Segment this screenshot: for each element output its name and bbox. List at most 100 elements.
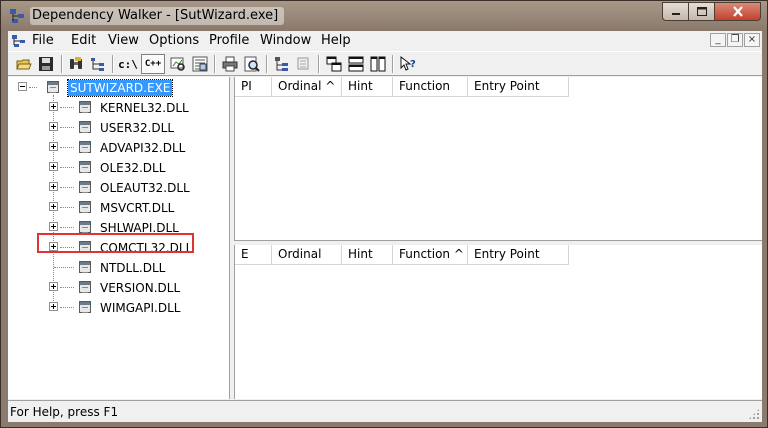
tree-item[interactable]: NTDLL.DLL: [100, 260, 165, 276]
tree-expand-toggle[interactable]: [49, 142, 58, 151]
save-button[interactable]: [36, 54, 56, 74]
tree-item[interactable]: WIMGAPI.DLL: [100, 300, 180, 316]
document-icon[interactable]: [11, 33, 27, 49]
tree-expand-toggle[interactable]: [49, 222, 58, 231]
menu-window[interactable]: Window: [260, 33, 311, 48]
col-ordinal[interactable]: Ordinal ^: [272, 77, 342, 97]
view-module-button[interactable]: [242, 54, 262, 74]
help-pointer-icon: ?: [400, 56, 416, 71]
mdi-restore-button[interactable]: ❐: [727, 33, 743, 47]
collapse-button[interactable]: [272, 54, 292, 74]
menu-edit[interactable]: Edit: [71, 33, 96, 48]
toolbar: c:\ C++ ?: [8, 51, 762, 76]
tree-item[interactable]: OLEAUT32.DLL: [100, 180, 190, 196]
minimize-icon: [671, 12, 680, 15]
module-icon: [79, 281, 91, 293]
list-collapse-icon: [275, 57, 288, 71]
module-icon: [79, 141, 91, 153]
imports-list-header: PI Ordinal ^ Hint Function Entry Point: [235, 77, 762, 97]
full-paths-button[interactable]: [88, 54, 108, 74]
tile-vertical-button[interactable]: [368, 54, 388, 74]
magnifier-page-icon: [244, 56, 260, 72]
tree-icon: [91, 58, 104, 71]
list-expand-icon: [297, 57, 309, 70]
menu-bar: File Edit View Options Profile Window He…: [8, 31, 762, 51]
print-button[interactable]: [220, 54, 240, 74]
menu-file[interactable]: File: [32, 33, 54, 48]
status-text: For Help, press F1: [10, 405, 119, 419]
col-entry-point[interactable]: Entry Point: [468, 245, 569, 265]
module-icon: [47, 81, 59, 93]
module-icon: [79, 301, 91, 313]
tree-expand-toggle[interactable]: [49, 122, 58, 131]
title-bar[interactable]: Dependency Walker - [SutWizard.exe]: [1, 1, 767, 31]
undecorate-cpp-button[interactable]: C++: [141, 54, 165, 74]
tree-item[interactable]: MSVCRT.DLL: [100, 200, 174, 216]
col-entry-point[interactable]: Entry Point: [468, 77, 569, 97]
show-matching-button[interactable]: [168, 54, 188, 74]
tree-item[interactable]: KERNEL32.DLL: [100, 100, 189, 116]
tree-item[interactable]: ADVAPI32.DLL: [100, 140, 185, 156]
module-tree-pane[interactable]: SUTWIZARD.EXE KERNEL32.DLL USER32.DLL ADVA…: [8, 77, 230, 399]
window-title: Dependency Walker - [SutWizard.exe]: [30, 7, 285, 25]
col-function[interactable]: Function: [393, 77, 468, 97]
tile-horizontal-button[interactable]: [346, 54, 366, 74]
tree-expand-toggle[interactable]: [49, 102, 58, 111]
module-icon: [79, 181, 91, 193]
tree-expand-toggle[interactable]: [49, 282, 58, 291]
tree-expand-toggle[interactable]: [49, 162, 58, 171]
root-collapse-toggle[interactable]: [18, 82, 27, 91]
tree-expand-toggle[interactable]: [49, 182, 58, 191]
dependency-walker-icon[interactable]: [9, 8, 25, 24]
expand-button[interactable]: [294, 54, 314, 74]
path-button[interactable]: c:\: [118, 54, 138, 74]
save-icon: [39, 57, 53, 71]
app-window: Dependency Walker - [SutWizard.exe] File…: [0, 0, 768, 428]
close-button[interactable]: [715, 2, 761, 21]
imports-list-pane[interactable]: PI Ordinal ^ Hint Function Entry Point: [234, 77, 762, 241]
col-e[interactable]: E: [235, 245, 272, 265]
col-pi[interactable]: PI: [235, 77, 272, 97]
properties-icon: [192, 56, 208, 72]
exports-list-header: E Ordinal Hint Function ^ Entry Point: [235, 245, 762, 265]
module-icon: [79, 221, 91, 233]
resize-grip[interactable]: [748, 408, 760, 420]
tree-item[interactable]: VERSION.DLL: [100, 280, 180, 296]
client-area: File Edit View Options Profile Window He…: [8, 31, 762, 422]
tile-vertical-icon: [370, 56, 386, 72]
maximize-button[interactable]: [689, 2, 715, 21]
highlight-box: [37, 233, 194, 253]
tree-root-item[interactable]: SUTWIZARD.EXE: [66, 79, 174, 97]
col-function[interactable]: Function ^: [393, 245, 468, 265]
properties-button[interactable]: [190, 54, 210, 74]
tile-horizontal-icon: [348, 56, 364, 72]
module-icon: [79, 201, 91, 213]
module-icon: [79, 261, 91, 273]
exports-list-pane[interactable]: E Ordinal Hint Function ^ Entry Point: [234, 245, 762, 399]
mdi-minimize-button[interactable]: _: [710, 33, 726, 47]
menu-view[interactable]: View: [108, 33, 139, 48]
col-hint[interactable]: Hint: [342, 77, 393, 97]
open-folder-icon: [16, 59, 32, 70]
tree-expand-toggle[interactable]: [49, 202, 58, 211]
module-icon: [79, 101, 91, 113]
status-bar: For Help, press F1: [8, 400, 762, 422]
module-icon: [79, 121, 91, 133]
col-ordinal[interactable]: Ordinal: [272, 245, 342, 265]
context-help-button[interactable]: ?: [398, 54, 418, 74]
tree-expand-toggle[interactable]: [49, 302, 58, 311]
menu-profile[interactable]: Profile: [209, 33, 249, 48]
tree-item[interactable]: USER32.DLL: [100, 120, 174, 136]
binoculars-icon: [70, 57, 82, 69]
open-button[interactable]: [14, 54, 34, 74]
menu-options[interactable]: Options: [149, 33, 199, 48]
path-label: c:\: [118, 57, 138, 71]
find-button[interactable]: [66, 54, 86, 74]
tree-item[interactable]: OLE32.DLL: [100, 160, 165, 176]
minimize-button[interactable]: [662, 2, 689, 21]
menu-help[interactable]: Help: [321, 33, 351, 48]
mdi-close-button[interactable]: ×: [744, 33, 760, 47]
cascade-button[interactable]: [324, 54, 344, 74]
col-hint[interactable]: Hint: [342, 245, 393, 265]
cpp-label: C++: [144, 59, 162, 69]
